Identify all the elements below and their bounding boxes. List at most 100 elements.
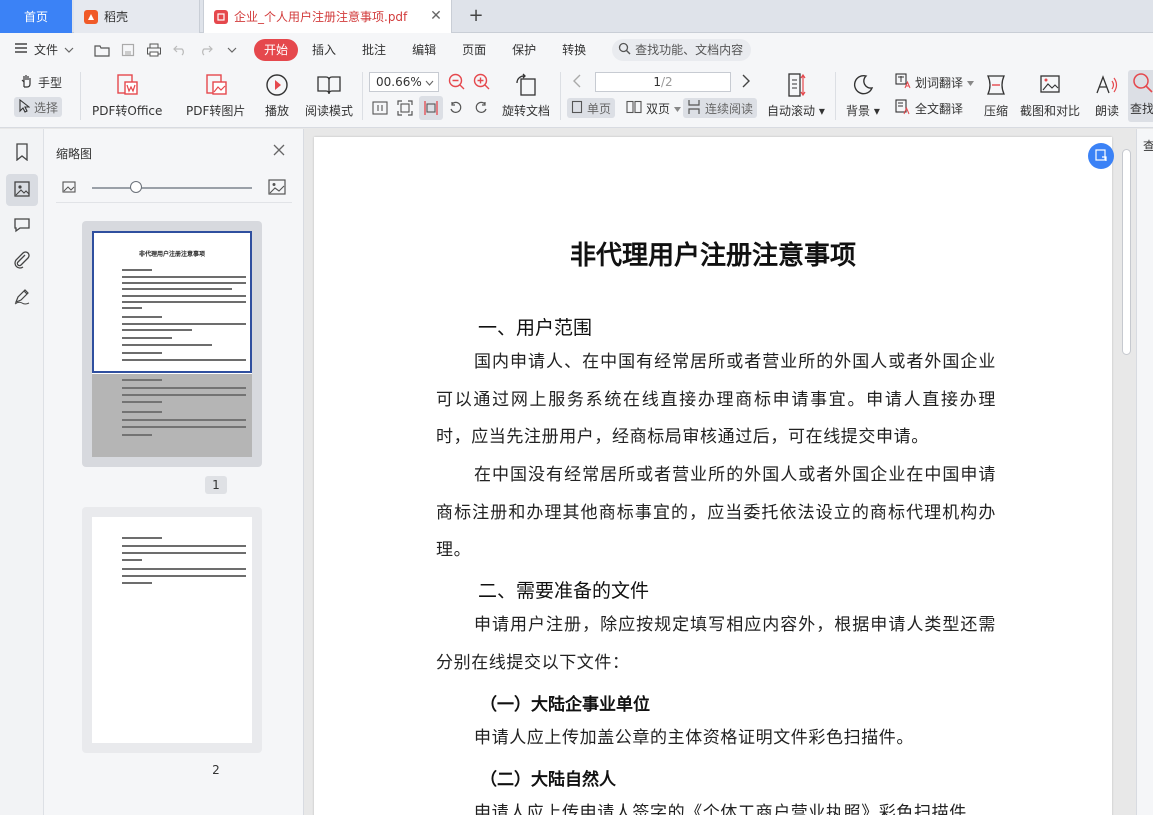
- zoom-in-icon[interactable]: [473, 73, 491, 94]
- subheading-person: （二）大陆自然人: [480, 770, 616, 790]
- tab-comment[interactable]: 批注: [350, 39, 398, 61]
- single-page-button[interactable]: 单页: [567, 98, 616, 118]
- file-menu[interactable]: 文件: [14, 41, 74, 58]
- floating-tool-button[interactable]: [1088, 143, 1114, 169]
- double-page-button[interactable]: 双页: [622, 98, 685, 118]
- fit-page-icon[interactable]: [397, 100, 413, 119]
- word-translate-label: 划词翻译: [915, 75, 964, 90]
- thumbnail-page-2[interactable]: [82, 507, 262, 753]
- screenshot-compare-button[interactable]: 截图和对比: [1020, 72, 1080, 119]
- select-tool-label: 选择: [34, 100, 59, 115]
- thumbnail-page-1[interactable]: 非代理用户注册注意事项: [82, 221, 262, 467]
- play-icon: [264, 72, 290, 98]
- pdf-to-office-label: PDF转Office: [92, 104, 163, 118]
- page-number-input[interactable]: 1/2: [595, 72, 731, 92]
- tab-bar: 首页 稻壳 企业_个人用户注册注意事项.pdf ✕ +: [0, 0, 1153, 33]
- pdf-to-image-label: PDF转图片: [186, 104, 246, 118]
- background-label: 背景 ▾: [846, 104, 880, 118]
- tab-convert[interactable]: 转换: [550, 39, 598, 61]
- bookmark-panel-button[interactable]: [6, 137, 38, 169]
- continuous-read-button[interactable]: 连续阅读: [683, 98, 758, 118]
- screenshot-icon: [1037, 72, 1063, 98]
- pdf-page: 非代理用户注册注意事项 一、用户范围 国内申请人、在中国有经常居所或者营业所的外…: [314, 137, 1112, 815]
- tab-protect[interactable]: 保护: [500, 39, 548, 61]
- signature-panel-button[interactable]: [6, 281, 38, 313]
- rotate-right-icon[interactable]: [474, 101, 488, 118]
- thumbnail-size-slider[interactable]: [62, 179, 292, 197]
- read-aloud-icon: [1094, 72, 1120, 98]
- chevron-down-icon: [425, 75, 434, 89]
- next-page-icon[interactable]: [741, 74, 751, 91]
- zoom-select[interactable]: 00.66%: [369, 72, 439, 92]
- pdf-to-office-icon: [114, 72, 140, 98]
- find-button[interactable]: 查找: [1128, 70, 1153, 122]
- zoom-out-icon[interactable]: [448, 73, 466, 94]
- play-button[interactable]: 播放: [264, 72, 290, 119]
- hand-tool-button[interactable]: 手型: [16, 72, 66, 92]
- auto-scroll-button[interactable]: 自动滚动 ▾: [767, 72, 825, 119]
- slider-handle[interactable]: [130, 181, 142, 193]
- full-translate-button[interactable]: 全文翻译: [891, 98, 967, 118]
- chevron-down-icon: [967, 75, 975, 89]
- separator: [835, 72, 836, 120]
- total-pages: /2: [660, 75, 673, 89]
- find-search-icon: [1130, 70, 1153, 96]
- tab-start[interactable]: 开始: [254, 38, 299, 61]
- new-tab-button[interactable]: +: [466, 6, 486, 26]
- thumbnail-panel-button[interactable]: [6, 174, 38, 206]
- vertical-scrollbar[interactable]: [1119, 149, 1133, 815]
- single-page-label: 单页: [587, 101, 612, 116]
- thumbnail-visible-frame: [92, 231, 252, 373]
- separator: [560, 72, 561, 120]
- read-aloud-button[interactable]: 朗读: [1094, 72, 1120, 119]
- bookmark-icon: [15, 142, 29, 164]
- tab-insert[interactable]: 插入: [300, 39, 348, 61]
- save-icon[interactable]: [120, 42, 136, 58]
- section-heading-scope: 一、用户范围: [478, 317, 593, 339]
- background-button[interactable]: 背景 ▾: [846, 72, 880, 119]
- large-image-icon: [268, 179, 286, 198]
- prev-page-icon[interactable]: [572, 74, 582, 91]
- subheading-enterprise: （一）大陆企事业单位: [480, 695, 650, 715]
- tab-home[interactable]: 首页: [0, 0, 72, 33]
- read-mode-button[interactable]: 阅读模式: [305, 72, 353, 119]
- tab-page[interactable]: 页面: [450, 39, 498, 61]
- document-title: 非代理用户注册注意事项: [569, 241, 856, 271]
- paragraph-scope-2: 在中国没有经常居所或者营业所的外国人或者外国企业在中国申请商标注册和办理其他商标…: [436, 465, 996, 560]
- rotate-left-icon[interactable]: [449, 101, 463, 118]
- tab-docer[interactable]: 稻壳: [74, 0, 200, 33]
- fit-width-icon[interactable]: [419, 96, 443, 120]
- close-icon[interactable]: [272, 143, 288, 159]
- open-folder-icon[interactable]: [94, 42, 110, 58]
- pdf-to-image-button[interactable]: PDF转图片: [186, 72, 245, 119]
- tab-docer-label: 稻壳: [104, 10, 129, 24]
- feature-search[interactable]: 查找功能、文档内容: [612, 38, 752, 61]
- undo-icon[interactable]: [172, 42, 188, 58]
- tab-current-pdf[interactable]: 企业_个人用户注册注意事项.pdf ✕: [203, 0, 452, 33]
- actual-size-icon[interactable]: [372, 101, 388, 118]
- more-chevron-icon[interactable]: [224, 42, 240, 58]
- tab-current-pdf-label: 企业_个人用户注册注意事项.pdf: [234, 10, 408, 24]
- tab-edit[interactable]: 编辑: [400, 39, 448, 61]
- paragraph-enterprise: 申请人应上传加盖公章的主体资格证明文件彩色扫描件。: [474, 728, 914, 748]
- pdf-to-office-button[interactable]: PDF转Office: [92, 72, 162, 119]
- hand-icon: [20, 74, 34, 91]
- comment-panel-button[interactable]: [6, 210, 38, 242]
- compress-button[interactable]: 压缩: [983, 72, 1009, 119]
- page-tool-icon: [1094, 148, 1108, 165]
- rotate-document-button[interactable]: 旋转文档: [502, 72, 550, 119]
- attachment-panel-button[interactable]: [6, 245, 38, 277]
- redo-icon[interactable]: [198, 42, 214, 58]
- select-tool-button[interactable]: 选择: [14, 97, 63, 117]
- word-translate-button[interactable]: 划词翻译: [891, 72, 978, 92]
- read-mode-label: 阅读模式: [305, 104, 354, 118]
- translate-icon: [895, 72, 911, 92]
- pdf-file-icon: [214, 9, 228, 24]
- document-viewport[interactable]: 非代理用户注册注意事项 一、用户范围 国内申请人、在中国有经常居所或者营业所的外…: [305, 129, 1135, 815]
- hamburger-icon: [14, 42, 28, 57]
- scrollbar-thumb[interactable]: [1122, 149, 1131, 355]
- close-tab-icon[interactable]: ✕: [429, 9, 443, 23]
- section-heading-files: 二、需要准备的文件: [478, 580, 650, 602]
- current-page: 1: [653, 75, 661, 89]
- print-icon[interactable]: [146, 42, 162, 58]
